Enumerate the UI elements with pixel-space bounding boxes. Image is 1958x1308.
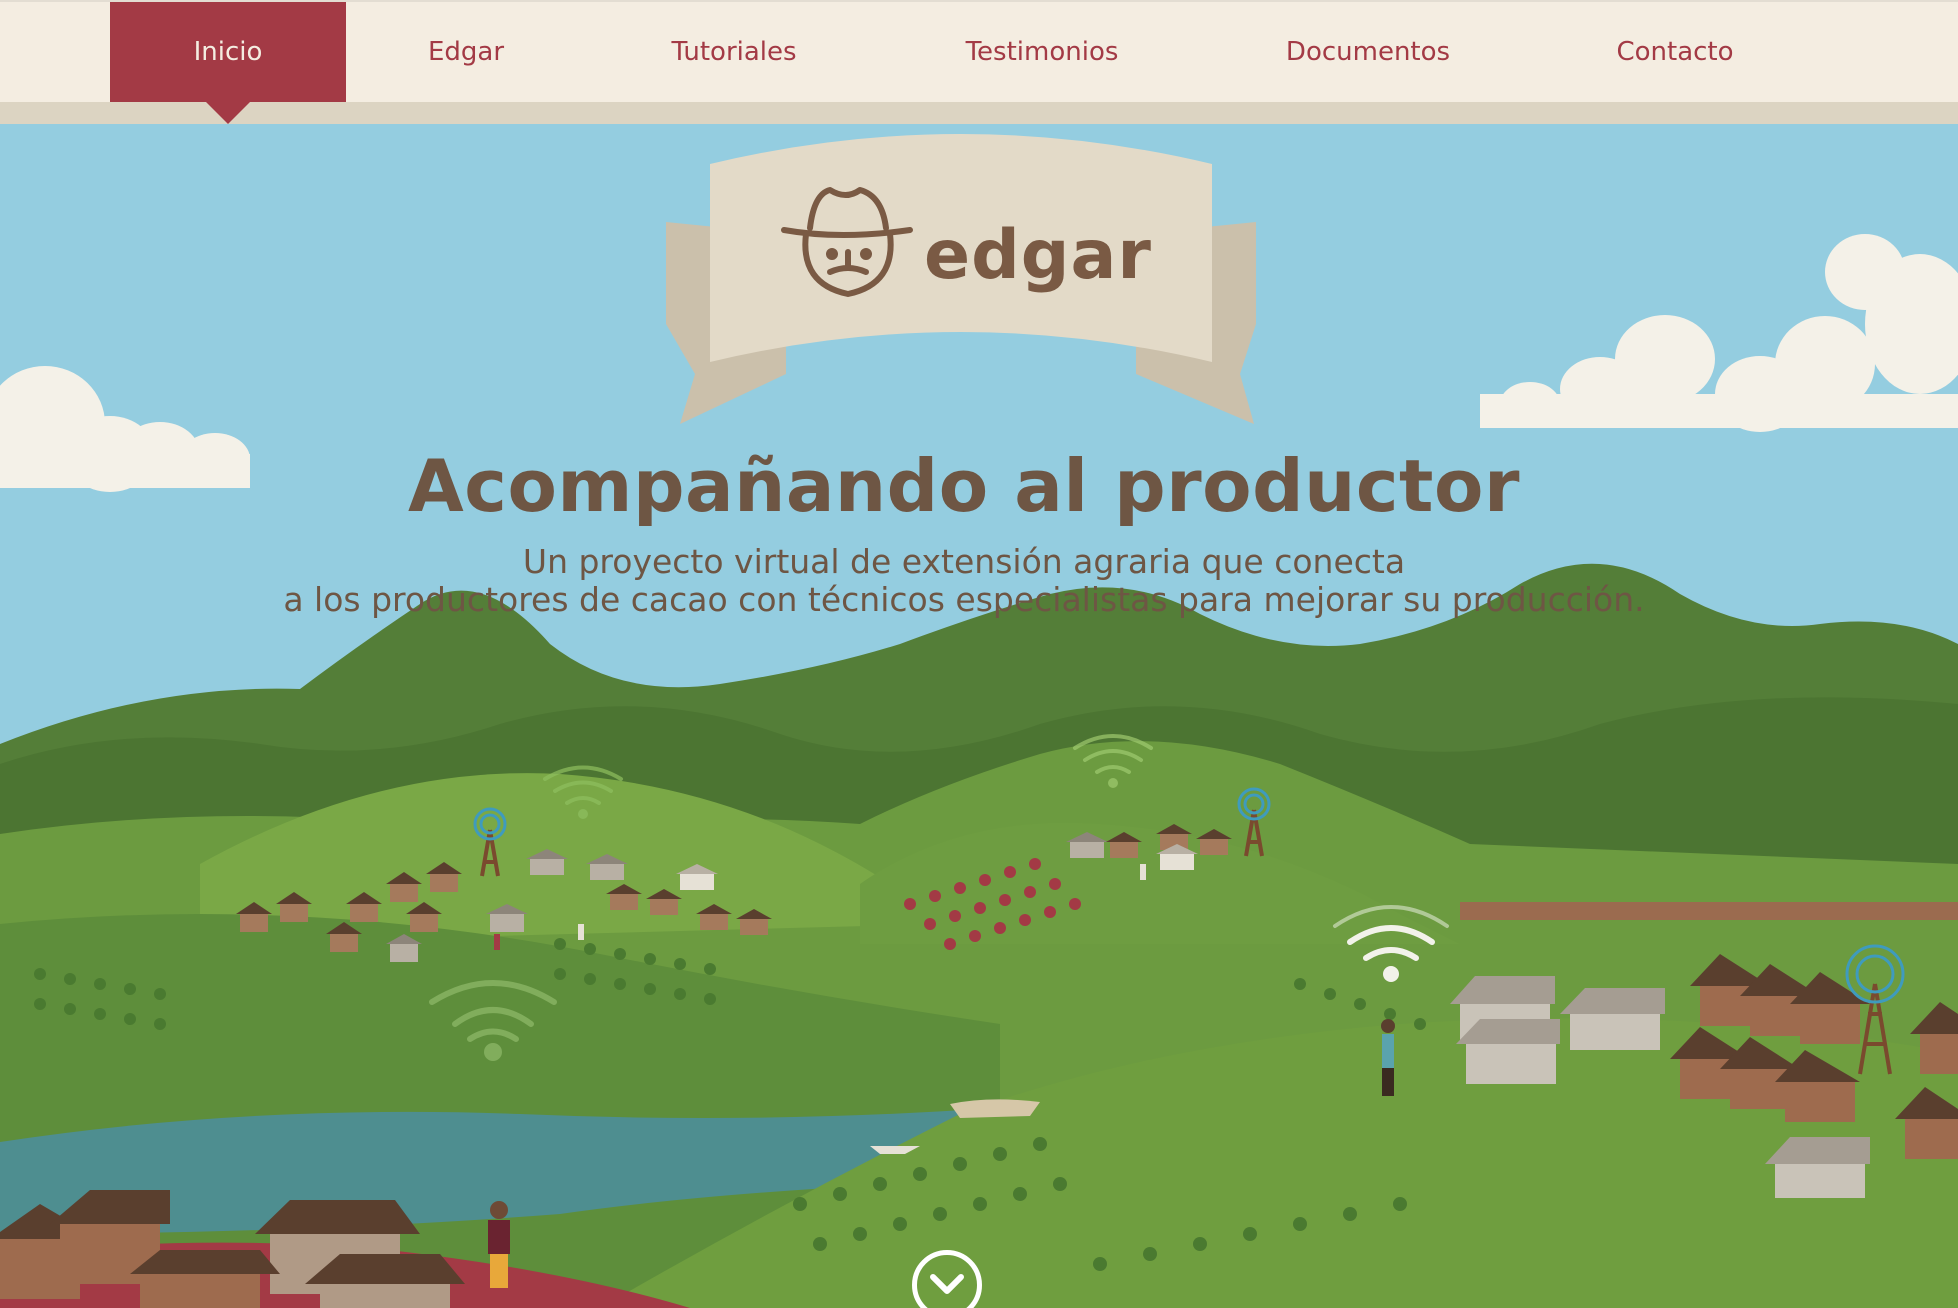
nav-item-documentos[interactable]: Documentos: [1254, 2, 1482, 102]
nav-item-inicio[interactable]: Inicio: [110, 2, 346, 102]
nav-item-contacto[interactable]: Contacto: [1590, 2, 1760, 102]
hero-description-line-2: a los productores de cacao con técnicos …: [283, 580, 1645, 619]
cloud-right: [1480, 234, 1958, 432]
logo-wordmark: edgar: [924, 216, 1152, 295]
hero-description-line-1: Un proyecto virtual de extensión agraria…: [522, 542, 1406, 581]
nav-item-edgar[interactable]: Edgar: [380, 2, 552, 102]
page-headline: Acompañando al productor: [408, 444, 1520, 528]
farmer-face-icon: [781, 187, 913, 297]
nav-bottom-strip: [0, 102, 1958, 124]
chevron-down-icon: [930, 1274, 964, 1294]
top-navigation: Inicio Edgar Tutoriales Testimonios Docu…: [0, 0, 1958, 102]
active-nav-pointer: [206, 102, 250, 124]
nav-item-tutoriales[interactable]: Tutoriales: [634, 2, 834, 102]
scroll-down-button[interactable]: [912, 1250, 982, 1308]
nav-item-testimonios[interactable]: Testimonios: [930, 2, 1154, 102]
hero-section: edgar Acompañando al productor Un proyec…: [0, 124, 1958, 1308]
